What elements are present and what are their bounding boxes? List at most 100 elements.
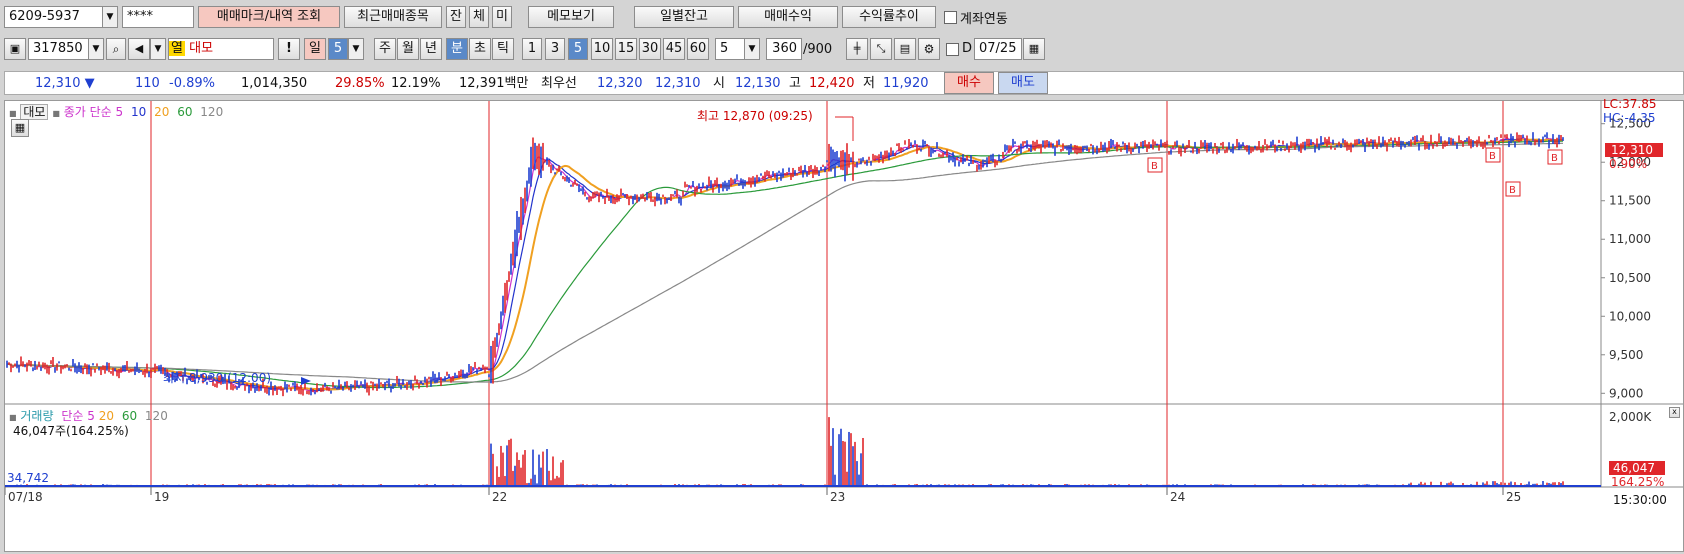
interval-3-button[interactable]: 3 xyxy=(545,38,565,60)
legend-ma10[interactable]: 10 xyxy=(131,105,146,119)
ma120-line xyxy=(6,142,1563,383)
profit-rate-button[interactable]: 수익률추이 xyxy=(842,6,936,28)
interval-45-button[interactable]: 45 xyxy=(663,38,685,60)
buy-mark-label: B xyxy=(1489,151,1496,162)
period-tick-button[interactable]: 틱 xyxy=(492,38,514,60)
interval-custom-dropdown[interactable]: ▼ xyxy=(744,38,760,60)
volume-bar xyxy=(538,454,540,487)
buy-button[interactable]: 매수 xyxy=(944,72,994,94)
account-dropdown[interactable]: ▼ xyxy=(102,6,118,28)
trade-profit-button[interactable]: 매매수익 xyxy=(738,6,838,28)
volume-legend-ma60[interactable]: 60 xyxy=(122,409,137,423)
speaker-icon[interactable]: ◀ xyxy=(128,38,150,60)
period-minute-button[interactable]: 분 xyxy=(446,38,468,60)
volume-bar xyxy=(522,454,524,487)
chart-area[interactable]: 12,500 12,000 11,500 11,000 10,500 10,000 9,50… xyxy=(4,97,1684,552)
period-year-button[interactable]: 년 xyxy=(420,38,442,60)
period-day-count[interactable]: 5 xyxy=(328,38,348,60)
gear-icon[interactable]: ⚙ xyxy=(918,38,940,60)
x-tick-label: 25 xyxy=(1506,490,1521,504)
ma60-line xyxy=(6,140,1563,389)
selected-volume: 46,047주(164.25%) xyxy=(13,424,129,438)
daily-balance-button[interactable]: 일별잔고 xyxy=(634,6,734,28)
volume-bar xyxy=(532,449,534,487)
period-week-button[interactable]: 주 xyxy=(374,38,396,60)
legend-ma120[interactable]: 120 xyxy=(200,105,223,119)
trade-mark-button[interactable]: 매매마크/내역 조회 xyxy=(198,6,340,28)
calendar-icon[interactable]: ▦ xyxy=(1023,38,1045,60)
recent-trade-button[interactable]: 최근매매종목 xyxy=(344,6,442,28)
interval-custom-input[interactable]: 5 xyxy=(715,38,745,60)
high-annotation: 최고 12,870 (09:25) xyxy=(697,109,813,123)
stock-code-input[interactable]: 317850 xyxy=(28,38,90,60)
legend-stock-name[interactable]: 대모 xyxy=(20,104,49,120)
interval-60-button[interactable]: 60 xyxy=(687,38,709,60)
date-input[interactable]: 07/25 xyxy=(974,38,1022,60)
y-tick-label: 10,000 xyxy=(1609,309,1651,323)
x-tick-label: 23 xyxy=(830,490,845,504)
low-annotation: 최저 8,930 (12:00) xyxy=(163,371,272,385)
save-icon[interactable]: ▤ xyxy=(894,38,916,60)
layout-icon[interactable]: ▣ xyxy=(4,38,26,60)
volume-bar xyxy=(854,441,856,487)
account-link-checkbox[interactable] xyxy=(944,11,957,24)
volume-bar xyxy=(828,417,830,487)
y-tick-label: 11,500 xyxy=(1609,194,1651,208)
volume-bar xyxy=(510,438,512,487)
quote-best-ask: 12,320 xyxy=(597,76,643,91)
mi-button[interactable]: 미 xyxy=(492,6,512,28)
che-button[interactable]: 체 xyxy=(469,6,489,28)
interval-5-button[interactable]: 5 xyxy=(568,38,588,60)
period-day-dropdown[interactable]: ▼ xyxy=(348,38,364,60)
interval-10-button[interactable]: 10 xyxy=(591,38,613,60)
current-pct-tag: 0.90% xyxy=(1609,157,1648,171)
alert-button[interactable]: ! xyxy=(278,38,300,60)
volume-left-value: 34,742 xyxy=(7,471,49,485)
x-tick-label: 24 xyxy=(1170,490,1185,504)
volume-legend-ma20[interactable]: 20 xyxy=(99,409,114,423)
candle-tool-icon[interactable]: ╪ xyxy=(846,38,868,60)
interval-30-button[interactable]: 30 xyxy=(639,38,661,60)
stock-code-dropdown[interactable]: ▼ xyxy=(88,38,104,60)
search-icon[interactable]: ⌕ xyxy=(106,38,126,60)
volume-bar xyxy=(860,453,862,487)
volume-bar xyxy=(492,453,494,487)
legend-ma20[interactable]: 20 xyxy=(154,105,169,119)
volume-bar xyxy=(490,443,492,487)
jan-button[interactable]: 잔 xyxy=(446,6,466,28)
table-icon[interactable]: ▦ xyxy=(11,119,29,137)
x-tick-label: 22 xyxy=(492,490,507,504)
panel-close-icon[interactable]: x xyxy=(1669,407,1680,418)
account-select[interactable]: 6209-5937 xyxy=(4,6,104,28)
date-checkbox[interactable] xyxy=(946,43,959,56)
zoom-tool-icon[interactable]: ⤡ xyxy=(870,38,892,60)
password-field[interactable]: **** xyxy=(122,6,194,28)
quote-turnover: 12.19% xyxy=(391,76,441,91)
volume-bar xyxy=(542,451,544,487)
volume-legend-ma[interactable]: 단순 5 xyxy=(61,409,95,423)
period-second-button[interactable]: 초 xyxy=(469,38,491,60)
period-day-button[interactable]: 일 xyxy=(304,38,326,60)
bar-count-input[interactable]: 360 xyxy=(766,38,802,60)
stock-name-field[interactable]: 열 대모 xyxy=(168,38,274,60)
sell-button[interactable]: 매도 xyxy=(998,72,1048,94)
price-volume-chart[interactable]: 12,50012,00011,50011,00010,50010,0009,50… xyxy=(5,101,1683,551)
period-month-button[interactable]: 월 xyxy=(397,38,419,60)
volume-bar xyxy=(512,470,514,487)
volume-legend-label[interactable]: 거래량 xyxy=(20,409,53,423)
legend-ma60[interactable]: 60 xyxy=(177,105,192,119)
speaker-dropdown[interactable]: ▼ xyxy=(150,38,166,60)
quote-change: 110 xyxy=(135,76,160,91)
interval-15-button[interactable]: 15 xyxy=(615,38,637,60)
legend-ma-label[interactable]: 종가 단순 5 xyxy=(64,105,123,119)
buy-mark-label: B xyxy=(1151,161,1158,172)
volume-legend-ma120[interactable]: 120 xyxy=(145,409,168,423)
toolbar-chart: ▣ 317850 ▼ ⌕ ◀ ▼ 열 대모 ! 일 5 ▼ 주 월 년 분 초 … xyxy=(0,36,1684,68)
volume-bar xyxy=(502,452,504,487)
quote-amount: 12,391백만 xyxy=(459,76,529,91)
date-check-label: D xyxy=(962,41,973,56)
memo-button[interactable]: 메모보기 xyxy=(528,6,614,28)
legend-marker-icon: ■ xyxy=(52,109,60,118)
volume-bar xyxy=(560,462,562,487)
interval-1-button[interactable]: 1 xyxy=(522,38,542,60)
